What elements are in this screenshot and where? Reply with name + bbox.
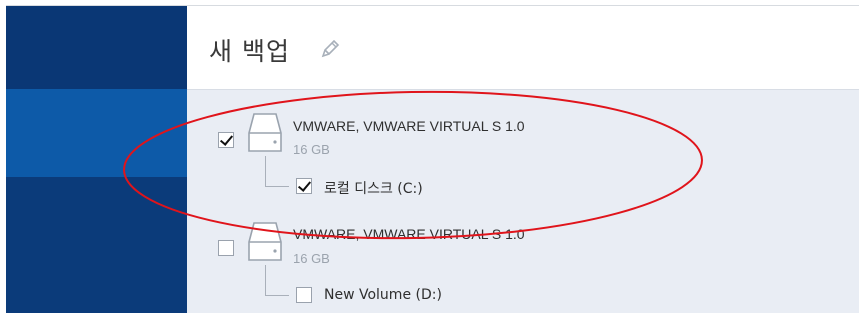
pencil-icon[interactable] — [319, 38, 341, 60]
volume-checkbox[interactable] — [296, 287, 312, 303]
sidebar-header-area — [6, 6, 187, 89]
volume-label: New Volume (D:) — [324, 287, 442, 303]
volume-label: 로컬 디스크 (C:) — [324, 181, 423, 197]
volume-checkbox[interactable] — [296, 178, 312, 194]
hard-disk-icon — [248, 113, 282, 152]
disk-checkbox[interactable] — [218, 240, 234, 256]
disk-size: 16 GB — [293, 142, 330, 157]
disk-checkbox[interactable] — [218, 132, 234, 148]
disk-size: 16 GB — [293, 251, 330, 266]
tree-connector — [265, 265, 266, 295]
tree-connector — [265, 186, 289, 187]
disk-name: VMWARE, VMWARE VIRTUAL S 1.0 — [293, 226, 525, 242]
tree-connector — [265, 295, 289, 296]
sidebar — [6, 6, 187, 313]
backup-header: 새 백업 — [187, 6, 859, 89]
sidebar-selected-item[interactable] — [6, 89, 187, 177]
disk-list: VMWARE, VMWARE VIRTUAL S 1.0 16 GB 로컬 디스… — [187, 89, 859, 313]
main-panel: 새 백업 VMWARE, VMWARE VIRTUAL S 1.0 16 GB … — [187, 6, 859, 313]
hard-disk-icon — [248, 222, 282, 261]
page-title[interactable]: 새 백업 — [209, 32, 290, 68]
tree-connector — [265, 156, 266, 186]
disk-name: VMWARE, VMWARE VIRTUAL S 1.0 — [293, 118, 525, 134]
